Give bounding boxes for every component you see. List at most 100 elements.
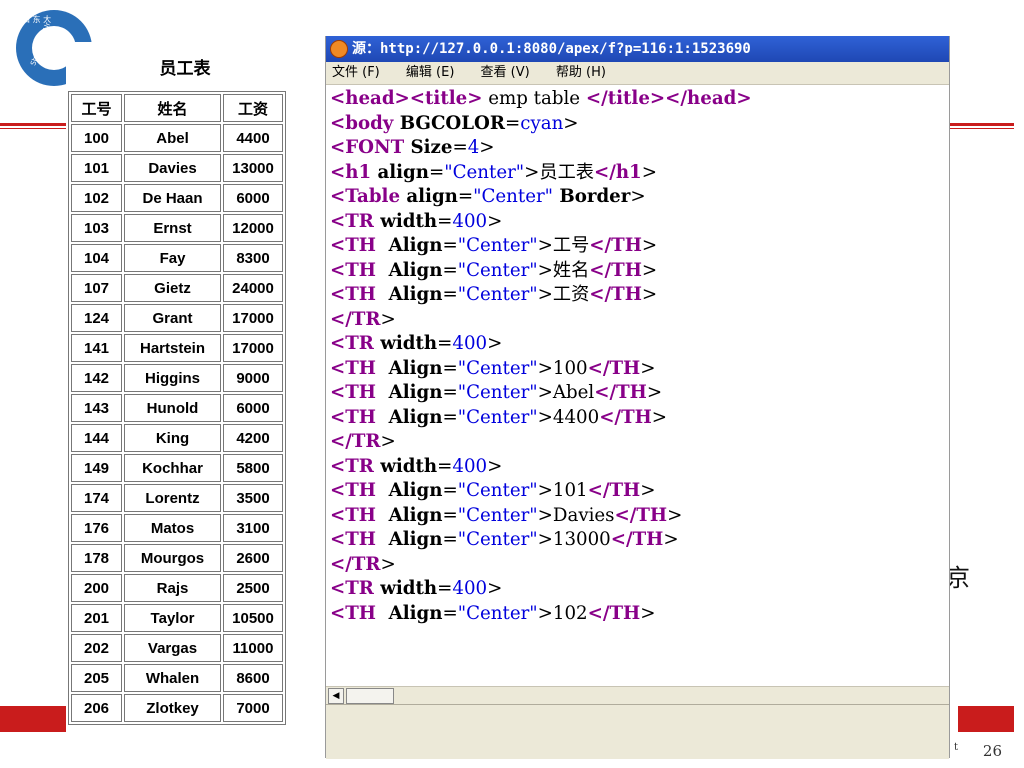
cell-emp-id: 102: [71, 184, 122, 212]
source-token: >: [651, 406, 668, 428]
source-token: width: [373, 210, 438, 232]
source-token: 4: [467, 137, 480, 158]
source-token: align: [400, 186, 458, 207]
table-row: 174 Lorentz 3500: [71, 484, 283, 512]
source-token: </TH: [610, 529, 664, 550]
source-token: >Abel: [537, 382, 595, 403]
source-line: <TH Align="Center">Abel</TH>: [330, 381, 949, 406]
header-rule-left: [0, 123, 66, 126]
source-token: >姓名: [537, 259, 590, 281]
footer-bar-right: [958, 706, 1014, 732]
cell-emp-id: 143: [71, 394, 122, 422]
table-row: 176 Matos 3100: [71, 514, 283, 542]
source-code-view[interactable]: <head><title> emp table </title></head> <…: [326, 85, 949, 676]
source-token: =: [437, 210, 453, 232]
source-token: width: [373, 455, 438, 477]
source-line: <TH Align="Center">工资</TH>: [330, 283, 949, 308]
source-token: =: [429, 161, 445, 183]
header-emp-name: 姓名: [124, 94, 221, 122]
source-token: </h1: [593, 161, 642, 183]
cell-emp-name: Grant: [124, 304, 221, 332]
cell-emp-name: Fay: [124, 244, 221, 272]
cell-emp-name: Hartstein: [124, 334, 221, 362]
source-line: <h1 align="Center">员工表</h1>: [330, 161, 949, 186]
scroll-left-icon[interactable]: ◀: [328, 688, 344, 704]
cell-emp-name: Abel: [124, 124, 221, 152]
source-line: <TH Align="Center">工号</TH>: [330, 234, 949, 259]
source-token: width: [373, 578, 438, 599]
source-token: "Center": [457, 529, 538, 550]
cell-emp-id: 142: [71, 364, 122, 392]
cell-emp-name: Zlotkey: [124, 694, 221, 722]
cell-salary: 4200: [223, 424, 283, 452]
source-token: >: [630, 186, 646, 207]
source-token: <TH: [330, 406, 376, 428]
source-token: "Center": [457, 284, 538, 305]
cell-emp-name: Higgins: [124, 364, 221, 392]
source-token: =: [452, 137, 468, 158]
slide-page-number: 26: [982, 742, 1002, 760]
employee-table-title: 员工表: [159, 59, 211, 79]
source-token: Align: [375, 529, 443, 550]
menu-file[interactable]: 文件 (F): [332, 65, 380, 80]
table-row: 101 Davies 13000: [71, 154, 283, 182]
horizontal-scrollbar[interactable]: ◀: [326, 686, 949, 704]
cell-emp-id: 124: [71, 304, 122, 332]
scrollbar-thumb[interactable]: [346, 688, 394, 704]
source-token: =: [437, 455, 453, 477]
cell-salary: 10500: [223, 604, 283, 632]
menu-view[interactable]: 查看 (V): [481, 65, 530, 80]
source-token: >: [663, 529, 679, 550]
source-token: =: [457, 186, 474, 207]
cell-salary: 2500: [223, 574, 283, 602]
source-token: >工资: [537, 284, 590, 305]
source-token: <TR: [330, 333, 374, 354]
source-token: BGCOLOR: [393, 112, 506, 134]
source-token: "Center": [457, 357, 538, 379]
source-token: <TH: [330, 259, 376, 281]
cell-emp-id: 206: [71, 694, 122, 722]
cell-salary: 6000: [223, 394, 283, 422]
source-line: </TR>: [330, 308, 949, 333]
source-token: <TH: [330, 235, 376, 256]
menu-edit[interactable]: 编辑 (E): [406, 65, 455, 80]
source-token: "Center": [457, 480, 538, 501]
table-row: 103 Ernst 12000: [71, 214, 283, 242]
table-row: 100 Abel 4400: [71, 124, 283, 152]
cell-emp-id: 176: [71, 514, 122, 542]
cell-emp-name: King: [124, 424, 221, 452]
source-line: <TR width=400>: [330, 455, 949, 480]
source-token: >Davies: [537, 504, 615, 526]
source-line: </TR>: [330, 553, 949, 578]
menu-help[interactable]: 帮助 (H): [556, 65, 606, 80]
source-line: <TR width=400>: [330, 577, 949, 602]
window-titlebar[interactable]: 源：http://127.0.0.1:8080/apex/f?p=116:1:1…: [326, 36, 949, 62]
source-token: >: [563, 112, 579, 134]
source-token: >: [487, 455, 503, 477]
cell-emp-name: Taylor: [124, 604, 221, 632]
cell-emp-name: Matos: [124, 514, 221, 542]
source-token: Align: [375, 284, 443, 305]
source-line: <TH Align="Center">102</TH>: [330, 602, 949, 627]
source-token: width: [373, 333, 438, 354]
source-token: =: [442, 357, 458, 379]
cell-salary: 8300: [223, 244, 283, 272]
cell-emp-name: Rajs: [124, 574, 221, 602]
cell-emp-name: Hunold: [124, 394, 221, 422]
source-line: </TR>: [330, 430, 949, 455]
table-header-row: 工号 姓名 工资: [71, 94, 283, 122]
table-row: 201 Taylor 10500: [71, 604, 283, 632]
source-token: >: [667, 504, 683, 526]
source-token: <title>: [409, 88, 483, 109]
cell-emp-name: Whalen: [124, 664, 221, 692]
cell-emp-id: 178: [71, 544, 122, 572]
header-rule-left-thin: [0, 128, 66, 129]
cell-salary: 13000: [223, 154, 283, 182]
source-token: "Center": [444, 161, 525, 183]
source-token: Align: [375, 406, 443, 428]
cell-salary: 9000: [223, 364, 283, 392]
source-token: <FONT: [330, 137, 405, 158]
source-token: </TR: [330, 431, 381, 452]
table-row: 149 Kochhar 5800: [71, 454, 283, 482]
table-row: 141 Hartstein 17000: [71, 334, 283, 362]
